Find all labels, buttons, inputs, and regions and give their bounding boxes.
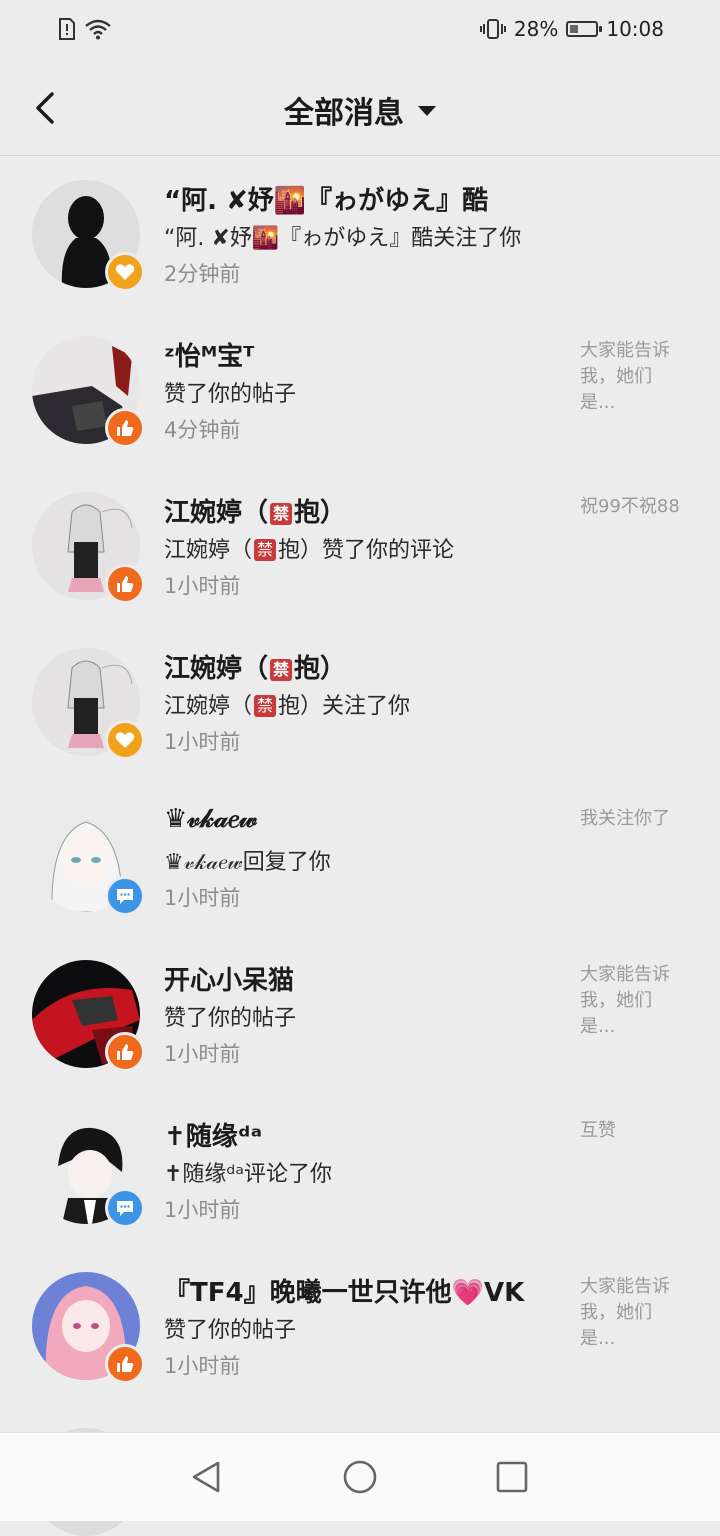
timestamp: 4分钟前 <box>164 418 241 442</box>
thumbs-up-icon <box>105 564 145 604</box>
post-preview[interactable]: 大家能告诉我，她们是... <box>580 338 684 416</box>
message-item[interactable]: 江婉婷（禁抱） 江婉婷（禁抱）赞了你的评论 1小时前 祝99不祝88 <box>0 468 720 624</box>
message-item[interactable]: ♛𝓋𝓀𝒶𝑒𝓌 ♛𝓋𝓀𝒶𝑒𝓌回复了你 1小时前 我关注你了 <box>0 780 720 936</box>
ban-emoji: 禁 <box>270 503 293 525</box>
message-text: 江婉婷（禁抱）关注了你 <box>164 694 411 719</box>
triangle-back-icon <box>192 1461 220 1493</box>
app-header: 全部消息 <box>0 62 720 156</box>
battery-icon <box>566 21 603 37</box>
ban-emoji: 禁 <box>254 695 277 717</box>
sender-name: ✝随缘ᵈᵃ <box>164 1122 263 1152</box>
ban-emoji: 禁 <box>254 539 277 561</box>
thumbs-up-icon <box>105 408 145 448</box>
timestamp: 1小时前 <box>164 1198 241 1222</box>
message-text: 赞了你的帖子 <box>164 1006 297 1031</box>
message-text: 江婉婷（禁抱）赞了你的评论 <box>164 538 455 563</box>
comment-preview[interactable]: 祝99不祝88 <box>580 494 690 520</box>
timestamp: 1小时前 <box>164 574 241 598</box>
message-item[interactable]: 『TF4』晚曦一世只许他💗VK 赞了你的帖子 1小时前 大家能告诉我，她们是..… <box>0 1248 720 1404</box>
timestamp: 1小时前 <box>164 1042 241 1066</box>
battery-percent: 28% <box>513 17 559 41</box>
vibrate-icon <box>479 19 506 39</box>
sender-name: 开心小呆猫 <box>164 966 295 996</box>
message-item[interactable]: 江婉婷（禁抱） 江婉婷（禁抱）关注了你 1小时前 <box>0 624 720 780</box>
sender-name: 『TF4』晚曦一世只许他💗VK <box>164 1278 525 1308</box>
message-text: 赞了你的帖子 <box>164 382 297 407</box>
square-recents-icon <box>496 1461 528 1493</box>
thumbs-up-icon <box>105 1032 145 1072</box>
timestamp: 1小时前 <box>164 730 241 754</box>
nav-recents-button[interactable] <box>494 1459 530 1499</box>
message-text: 赞了你的帖子 <box>164 1318 297 1343</box>
post-preview[interactable]: 大家能告诉我，她们是... <box>580 962 684 1040</box>
message-text: “阿. ✘妤🌇『ゎがゆえ』酷关注了你 <box>164 226 522 251</box>
comment-icon <box>105 1188 145 1228</box>
message-item[interactable]: ᶻ怡ᴹ宝ᵀ 赞了你的帖子 4分钟前 大家能告诉我，她们是... <box>0 312 720 468</box>
nav-back-button[interactable] <box>188 1459 224 1499</box>
message-filter-dropdown[interactable]: 全部消息 <box>0 88 720 132</box>
system-nav-bar <box>0 1432 720 1521</box>
message-text: ✝随缘ᵈᵃ评论了你 <box>164 1162 332 1187</box>
page-title: 全部消息 <box>284 96 404 131</box>
sender-name: ᶻ怡ᴹ宝ᵀ <box>164 342 255 372</box>
clock: 10:08 <box>606 17 664 41</box>
timestamp: 2分钟前 <box>164 262 241 286</box>
sender-name: “阿. ✘妤🌇『ゎがゆえ』酷 <box>164 186 489 216</box>
message-item[interactable]: “阿. ✘妤🌇『ゎがゆえ』酷 “阿. ✘妤🌇『ゎがゆえ』酷关注了你 2分钟前 <box>0 156 720 312</box>
comment-preview[interactable]: 互赞 <box>580 1118 690 1144</box>
sim-alert-icon <box>59 18 75 40</box>
comment-icon <box>105 876 145 916</box>
heart-icon <box>105 252 145 292</box>
status-right: 28% 10:08 <box>479 17 664 41</box>
post-preview[interactable]: 大家能告诉我，她们是... <box>580 1274 684 1352</box>
nav-home-button[interactable] <box>342 1459 378 1499</box>
sender-name: 江婉婷（禁抱） <box>164 498 347 528</box>
heart-icon <box>105 720 145 760</box>
circle-home-icon <box>343 1460 377 1494</box>
message-item[interactable]: ✝随缘ᵈᵃ ✝随缘ᵈᵃ评论了你 1小时前 互赞 <box>0 1092 720 1248</box>
message-list: “阿. ✘妤🌇『ゎがゆえ』酷 “阿. ✘妤🌇『ゎがゆえ』酷关注了你 2分钟前 ᶻ… <box>0 156 720 1536</box>
timestamp: 1小时前 <box>164 886 241 910</box>
sender-name: ♛𝓋𝓀𝒶𝑒𝓌 <box>164 804 258 834</box>
ban-emoji: 禁 <box>270 659 293 681</box>
chevron-down-icon <box>418 106 436 116</box>
wifi-icon <box>85 19 111 40</box>
timestamp: 1小时前 <box>164 1354 241 1378</box>
message-item[interactable]: 开心小呆猫 赞了你的帖子 1小时前 大家能告诉我，她们是... <box>0 936 720 1092</box>
status-left <box>58 18 112 40</box>
sender-name: 江婉婷（禁抱） <box>164 654 347 684</box>
status-bar: 28% 10:08 <box>0 0 720 62</box>
message-text: ♛𝓋𝓀𝒶𝑒𝓌回复了你 <box>164 850 331 875</box>
reply-preview[interactable]: 我关注你了 <box>580 806 690 832</box>
thumbs-up-icon <box>105 1344 145 1384</box>
